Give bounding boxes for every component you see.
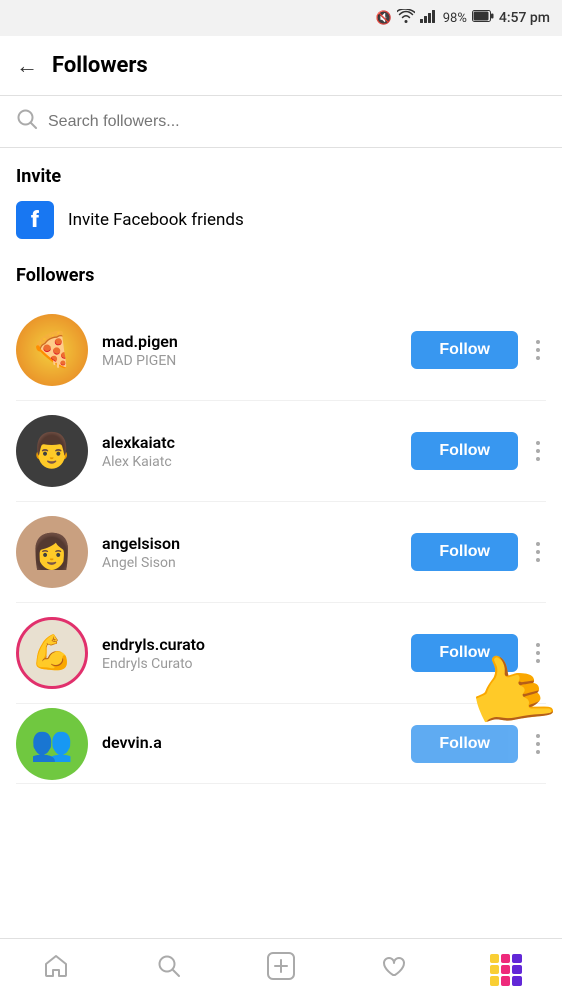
user-info: endryls.curato Endryls Curato (102, 635, 411, 672)
username: endryls.curato (102, 635, 411, 654)
user-info: alexkaiatc Alex Kaiatc (102, 433, 411, 470)
mute-icon: 🔇 (376, 11, 392, 26)
invite-facebook-label: Invite Facebook friends (68, 210, 244, 230)
bottom-nav (0, 938, 562, 1000)
grid-cell (501, 976, 510, 985)
add-icon (267, 952, 295, 987)
status-time: 4:57 pm (499, 10, 550, 26)
display-name: MAD PIGEN (102, 353, 411, 369)
instagram-profile-icon (490, 954, 522, 986)
more-button[interactable] (530, 538, 546, 566)
home-icon (43, 953, 69, 986)
facebook-icon: f (16, 201, 54, 239)
status-icons: 🔇 98% 4:57 pm (376, 9, 550, 27)
nav-profile[interactable] (476, 940, 536, 1000)
grid-cell (512, 965, 521, 974)
user-info: devvin.a (102, 733, 411, 754)
nav-search[interactable] (139, 940, 199, 1000)
dot2 (536, 348, 540, 352)
dot3 (536, 659, 540, 663)
search-nav-icon (156, 953, 182, 986)
dot3 (536, 750, 540, 754)
dot1 (536, 734, 540, 738)
dot1 (536, 441, 540, 445)
battery-icon (472, 10, 494, 26)
dot1 (536, 643, 540, 647)
search-container (0, 96, 562, 148)
more-button[interactable] (530, 336, 546, 364)
dot1 (536, 542, 540, 546)
back-button[interactable]: ← (16, 53, 38, 79)
grid-cell (490, 954, 499, 963)
page-title: Followers (52, 53, 148, 78)
battery-text: 98% (443, 11, 467, 26)
avatar: 🍕 (16, 314, 88, 386)
follower-item: 👩 angelsison Angel Sison Follow (16, 502, 546, 603)
follower-item: 💪 endryls.curato Endryls Curato Follow 🤙 (16, 603, 546, 704)
grid-cell (490, 976, 499, 985)
nav-heart[interactable] (363, 940, 423, 1000)
dot2 (536, 449, 540, 453)
display-name: Endryls Curato (102, 656, 411, 672)
dot2 (536, 550, 540, 554)
dot1 (536, 340, 540, 344)
user-info: mad.pigen MAD PIGEN (102, 332, 411, 369)
invite-title: Invite (16, 166, 546, 187)
display-name: Alex Kaiatc (102, 454, 411, 470)
grid-cell (501, 965, 510, 974)
follower-item: 👥 devvin.a Follow (16, 704, 546, 784)
dot3 (536, 356, 540, 360)
more-button[interactable] (530, 730, 546, 758)
dot3 (536, 558, 540, 562)
grid-cell (501, 954, 510, 963)
dot2 (536, 742, 540, 746)
nav-add[interactable] (251, 940, 311, 1000)
username: devvin.a (102, 733, 411, 752)
display-name: Angel Sison (102, 555, 411, 571)
dot3 (536, 457, 540, 461)
more-button[interactable] (530, 437, 546, 465)
avatar: 💪 (16, 617, 88, 689)
followers-label: Followers (16, 265, 546, 286)
search-input[interactable] (48, 113, 546, 131)
dot2 (536, 651, 540, 655)
avatar: 👥 (16, 708, 88, 780)
search-icon (16, 108, 38, 135)
grid-cell (512, 976, 521, 985)
grid-cell (490, 965, 499, 974)
status-bar: 🔇 98% 4:57 pm (0, 0, 562, 36)
invite-section: Invite f Invite Facebook friends (0, 148, 562, 249)
avatar: 👩 (16, 516, 88, 588)
heart-icon (380, 953, 406, 986)
follow-button[interactable]: Follow (411, 533, 518, 571)
grid-cell (512, 954, 521, 963)
username: alexkaiatc (102, 433, 411, 452)
username: angelsison (102, 534, 411, 553)
signal-icon (420, 9, 438, 27)
followers-list: 🍕 mad.pigen MAD PIGEN Follow 👨 alexkaiat… (0, 300, 562, 864)
invite-facebook-button[interactable]: f Invite Facebook friends (16, 201, 546, 239)
avatar: 👨 (16, 415, 88, 487)
follow-button[interactable]: Follow (411, 432, 518, 470)
header: ← Followers (0, 36, 562, 96)
username: mad.pigen (102, 332, 411, 351)
nav-home[interactable] (26, 940, 86, 1000)
followers-section-header: Followers (0, 249, 562, 300)
wifi-icon (397, 9, 415, 27)
follower-item: 👨 alexkaiatc Alex Kaiatc Follow (16, 401, 546, 502)
more-button[interactable] (530, 639, 546, 667)
follower-item: 🍕 mad.pigen MAD PIGEN Follow (16, 300, 546, 401)
user-info: angelsison Angel Sison (102, 534, 411, 571)
follow-button[interactable]: Follow (411, 725, 518, 763)
follow-button[interactable]: Follow (411, 331, 518, 369)
follow-button[interactable]: Follow (411, 634, 518, 672)
